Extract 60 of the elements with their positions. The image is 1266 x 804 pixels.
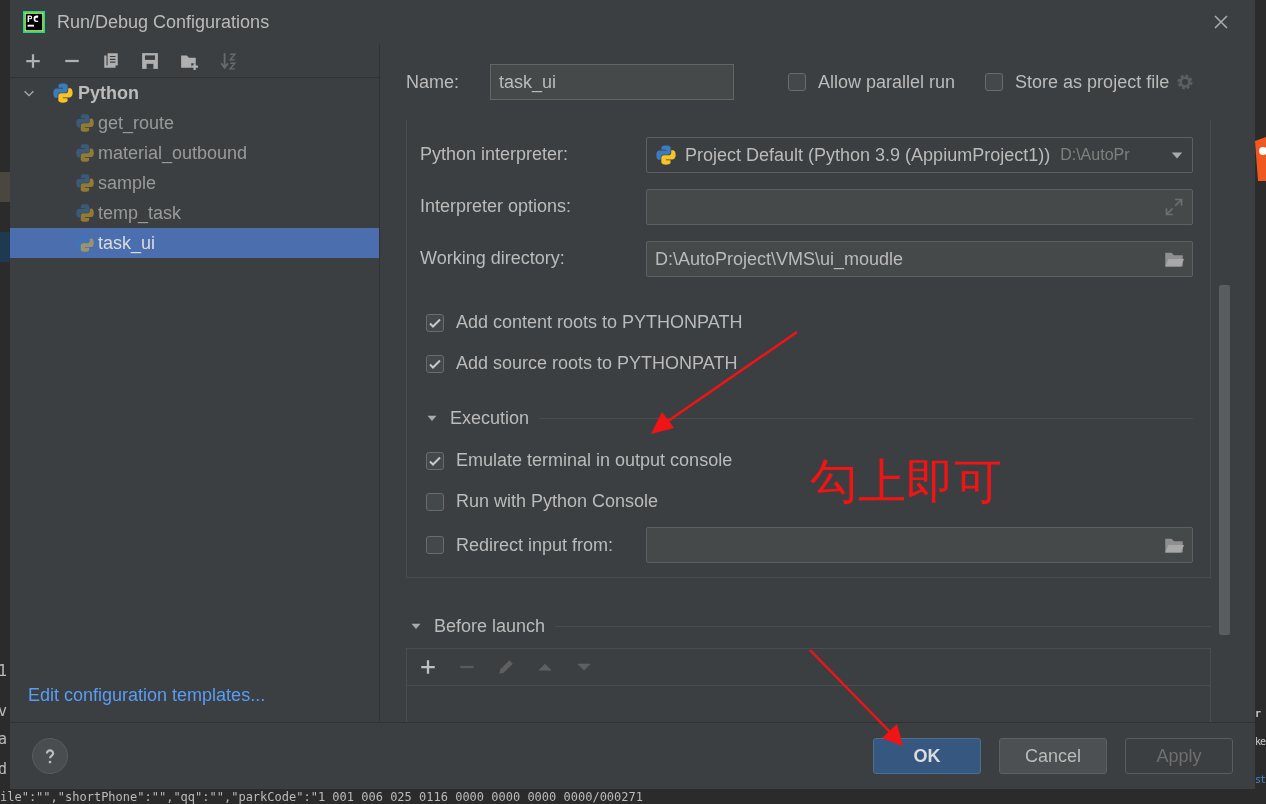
checkbox-label: Emulate terminal in output console: [456, 450, 733, 471]
scrollbar-thumb[interactable]: [1219, 285, 1230, 635]
add-icon[interactable]: [419, 658, 437, 676]
code-line: ile":"","shortPhone":"","qq":"","parkCode":"1 001 006 025 0116 0000 0000 0000 0000/000271: [0, 790, 644, 804]
field-label: Name:: [406, 71, 460, 93]
tree-item[interactable]: Python: [10, 78, 379, 108]
code-fragment: st: [1255, 774, 1266, 785]
checkbox[interactable]: [985, 73, 1004, 91]
checkbox-label: Add content roots to PYTHONPATH: [456, 312, 743, 333]
tree-item[interactable]: temp_task: [10, 198, 379, 228]
python-icon: [655, 144, 677, 166]
close-icon[interactable]: [1213, 14, 1229, 30]
directory-field[interactable]: D:\AutoProject\VMS\ui_moudle: [646, 241, 1193, 277]
checkbox-label: Allow parallel run: [818, 71, 956, 93]
annotation-text: 勾上即可: [810, 452, 1002, 511]
copy-icon[interactable]: [102, 51, 120, 70]
checkbox-label: Add source roots to PYTHONPATH: [456, 353, 738, 374]
sort-icon[interactable]: [219, 51, 237, 70]
app-icon[interactable]: [1255, 137, 1266, 181]
code-fragment: ke: [1255, 736, 1266, 747]
add-icon[interactable]: [24, 51, 42, 70]
save-icon[interactable]: [141, 51, 159, 70]
edit-templates-link[interactable]: Edit configuration templates...: [28, 685, 266, 706]
code-fragment: 1: [0, 662, 8, 680]
interpreter-dropdown[interactable]: Project Default (Python 3.9 (AppiumProject1)) D:\AutoPr: [646, 137, 1193, 173]
section-toggle[interactable]: Before launch: [410, 615, 546, 637]
checkbox[interactable]: [426, 354, 444, 373]
python-icon: [52, 82, 74, 104]
dialog-button[interactable]: OK: [873, 738, 981, 774]
tree-item[interactable]: sample: [10, 168, 379, 198]
input-file-field[interactable]: [646, 527, 1193, 563]
python-icon: [75, 143, 95, 163]
dialog-button[interactable]: Cancel: [999, 738, 1107, 774]
checkbox-label: Redirect input from:: [456, 534, 614, 556]
code-fragment: r: [1255, 708, 1261, 719]
tree-item[interactable]: get_route: [10, 108, 379, 138]
highlight-bar: [0, 232, 10, 262]
python-icon: [75, 113, 95, 133]
options-field[interactable]: [646, 189, 1193, 225]
field-label: Python interpreter:: [420, 143, 570, 165]
checkbox[interactable]: [426, 313, 444, 332]
field-label: Interpreter options:: [420, 195, 573, 217]
checkbox[interactable]: [426, 492, 444, 511]
app-logo-icon: [23, 11, 45, 33]
section-toggle[interactable]: Execution: [426, 407, 530, 429]
tree-item[interactable]: task_ui: [10, 228, 379, 258]
window-title: Run/Debug Configurations: [57, 11, 271, 33]
python-icon: [75, 173, 95, 193]
checkbox-label: Run with Python Console: [456, 491, 659, 512]
python-icon: [75, 233, 95, 253]
field-label: Working directory:: [420, 247, 566, 269]
highlight-bar: [0, 172, 10, 202]
checkbox-label: Store as project file: [1015, 71, 1170, 93]
checkbox[interactable]: [426, 451, 444, 470]
name-field[interactable]: task_ui: [490, 64, 734, 100]
checkbox[interactable]: [788, 73, 806, 91]
help-button[interactable]: [32, 738, 68, 774]
checkbox[interactable]: [426, 536, 444, 554]
python-icon: [75, 203, 95, 223]
tree-item[interactable]: material_outbound: [10, 138, 379, 168]
